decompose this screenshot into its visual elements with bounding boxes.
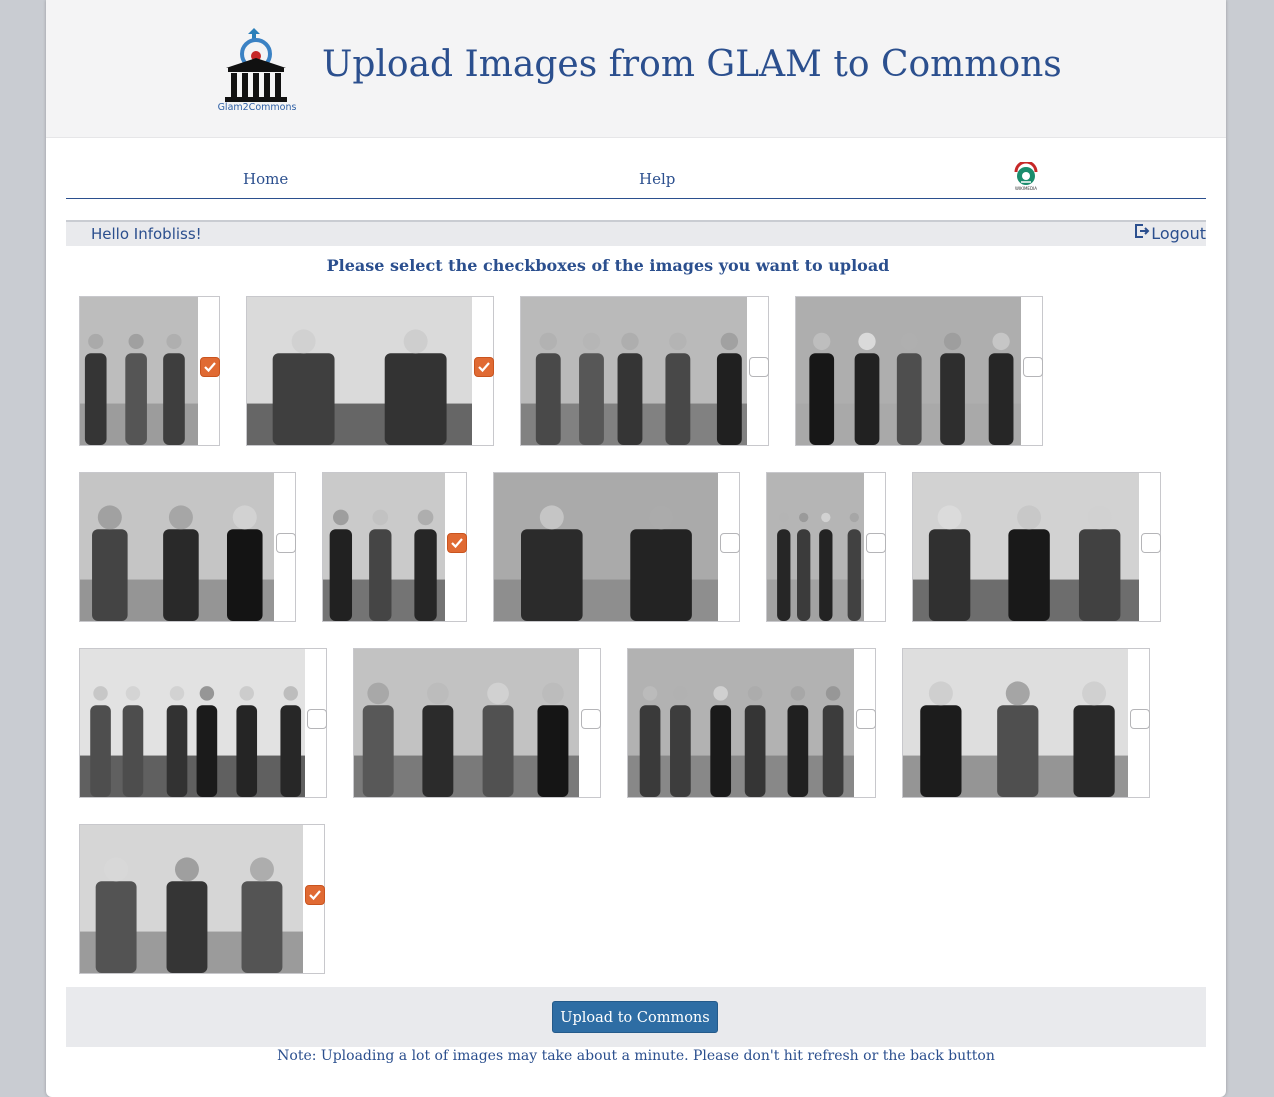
image-thumbnail [494, 473, 718, 621]
upload-button[interactable]: Upload to Commons [552, 1001, 718, 1033]
image-tile[interactable] [627, 648, 876, 798]
image-tile[interactable] [322, 472, 467, 622]
glam2commons-logo: Glam2Commons [216, 26, 298, 116]
image-thumbnail [521, 297, 747, 445]
wikimedia-logo[interactable]: WIKIMEDIA [1010, 160, 1042, 196]
image-checkbox[interactable] [1130, 709, 1150, 729]
image-checkbox[interactable] [1023, 357, 1043, 377]
image-tile[interactable] [766, 472, 886, 622]
image-tile[interactable] [493, 472, 740, 622]
image-thumbnail [80, 649, 305, 797]
image-tile[interactable] [79, 472, 296, 622]
image-checkbox[interactable] [307, 709, 327, 729]
image-thumbnail [80, 825, 303, 973]
page-title: Upload Images from GLAM to Commons [322, 44, 1062, 85]
image-checkbox[interactable] [581, 709, 601, 729]
image-tile[interactable] [79, 824, 325, 974]
page: Glam2Commons Upload Images from GLAM to … [46, 0, 1226, 1097]
navbar: Home Help WIKIMEDIA [66, 150, 1206, 199]
image-tile[interactable] [79, 648, 327, 798]
image-thumbnail [80, 297, 198, 445]
image-checkbox[interactable] [720, 533, 740, 553]
upload-bar: Upload to Commons [66, 987, 1206, 1047]
instructions: Please select the checkboxes of the imag… [326, 256, 890, 275]
check-icon [451, 538, 463, 549]
image-checkbox[interactable] [305, 885, 325, 905]
image-checkbox[interactable] [474, 357, 494, 377]
image-thumbnail [767, 473, 864, 621]
upload-note: Note: Uploading a lot of images may take… [277, 1048, 995, 1064]
image-thumbnail [323, 473, 445, 621]
image-checkbox[interactable] [447, 533, 467, 553]
image-thumbnail [354, 649, 579, 797]
nav-help[interactable]: Help [639, 170, 675, 188]
image-checkbox[interactable] [1141, 533, 1161, 553]
image-thumbnail [80, 473, 274, 621]
image-tile[interactable] [902, 648, 1150, 798]
image-tile[interactable] [79, 296, 220, 446]
image-tile[interactable] [795, 296, 1043, 446]
image-thumbnail [247, 297, 472, 445]
image-checkbox[interactable] [200, 357, 220, 377]
image-tile[interactable] [353, 648, 601, 798]
image-tile[interactable] [246, 296, 494, 446]
logout-icon [1134, 223, 1150, 243]
header: Glam2Commons Upload Images from GLAM to … [46, 0, 1226, 138]
user-greeting: Hello Infobliss! [91, 225, 202, 243]
wikimedia-caption: WIKIMEDIA [1015, 186, 1037, 191]
check-icon [478, 362, 490, 373]
logout-label: Logout [1151, 223, 1206, 243]
image-thumbnail [913, 473, 1139, 621]
image-tile[interactable] [912, 472, 1161, 622]
logout-link[interactable]: Logout [1134, 223, 1206, 243]
user-bar: Hello Infobliss! Logout [66, 220, 1206, 246]
nav-home[interactable]: Home [243, 170, 288, 188]
image-thumbnail [903, 649, 1128, 797]
logo-text: Glam2Commons [217, 102, 297, 113]
image-checkbox[interactable] [856, 709, 876, 729]
check-icon [204, 362, 216, 373]
image-checkbox[interactable] [276, 533, 296, 553]
image-thumbnail [628, 649, 854, 797]
image-tile[interactable] [520, 296, 769, 446]
image-checkbox[interactable] [749, 357, 769, 377]
image-checkbox[interactable] [866, 533, 886, 553]
image-thumbnail [796, 297, 1021, 445]
check-icon [309, 890, 321, 901]
